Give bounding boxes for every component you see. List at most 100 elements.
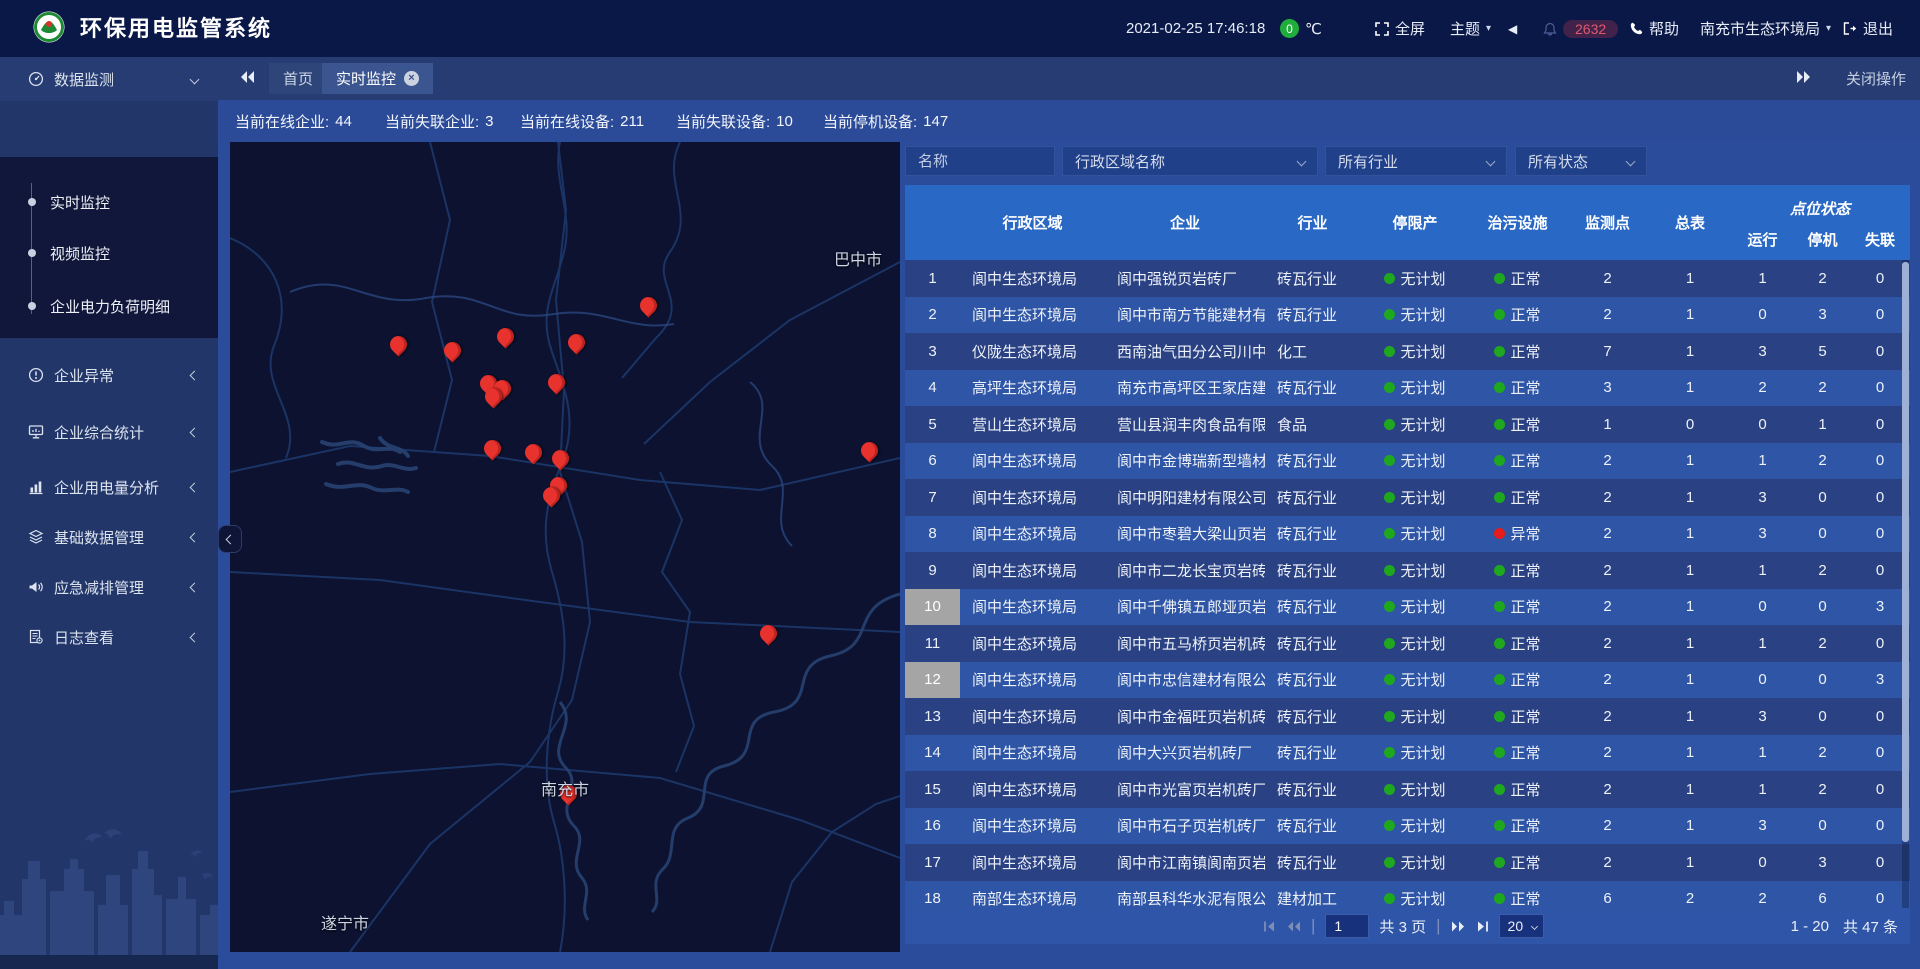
table-header: 行政区域 企业 行业 停限产 治污设施 监测点 总表 点位状态 运行 停机 失联 [905,185,1910,260]
industry-select[interactable]: 所有行业 [1325,146,1507,176]
cell-total-meters: 1 [1650,479,1730,516]
table-row[interactable]: 16阆中生态环境局阆中市石子页岩机砖厂砖瓦行业无计划正常21300 [905,808,1910,845]
tabs-scroll-right-icon[interactable] [1794,68,1812,86]
table-row[interactable]: 10阆中生态环境局阆中千佛镇五郎垭页岩砖瓦行业无计划正常21003 [905,589,1910,626]
map-city-label: 巴中市 [834,246,882,270]
sidebar-bottom-strip [0,955,218,969]
table-row[interactable]: 12阆中生态环境局阆中市忠信建材有限公砖瓦行业无计划正常21003 [905,662,1910,699]
status-dot-green [1494,674,1505,685]
chevron-left-icon [190,582,200,592]
chevron-down-icon [190,74,200,84]
next-page-icon[interactable] [1451,920,1466,933]
status-dot-green [1494,820,1505,831]
sidebar-item-realtime-monitor[interactable]: 实时监控 [0,187,218,217]
status-dot-green [1494,419,1505,430]
sidebar-item-enterprise-statistics[interactable]: 企业综合统计 [0,410,218,454]
cell-lost: 0 [1850,479,1910,516]
speaker-icon: ◀ [1508,22,1517,36]
cell-running: 0 [1730,589,1795,626]
status-dot-green [1384,346,1395,357]
divider: | [1436,916,1440,936]
cell-region: 阆中生态环境局 [960,443,1105,480]
company-name-input[interactable] [905,146,1055,176]
tab-realtime-monitor[interactable]: 实时监控 × [322,63,433,94]
sidebar-item-emergency-reduction[interactable]: 应急减排管理 [0,565,218,609]
table-row[interactable]: 11阆中生态环境局阆中市五马桥页岩机砖砖瓦行业无计划正常21120 [905,625,1910,662]
cell-running: 3 [1730,808,1795,845]
chevron-down-icon [1531,922,1538,929]
sidebar-item-data-monitor[interactable]: 数据监测 [0,57,218,101]
table-row[interactable]: 13阆中生态环境局阆中市金福旺页岩机砖砖瓦行业无计划正常21300 [905,698,1910,735]
table-row[interactable]: 2阆中生态环境局阆中市南方节能建材有砖瓦行业无计划正常21030 [905,297,1910,334]
stats-bar: 当前在线企业:44 当前失联企业:3 当前在线设备:211 当前失联设备:10 … [218,100,1920,142]
map-canvas[interactable]: 巴中市南充市遂宁市 [230,142,900,952]
status-select[interactable]: 所有状态 [1515,146,1647,176]
help-button[interactable]: 帮助 [1630,0,1679,57]
cell-index: 1 [905,260,960,297]
sidebar-item-video-monitor[interactable]: 视频监控 [0,238,218,268]
logout-button[interactable]: 退出 [1843,0,1893,57]
table-row[interactable]: 5营山生态环境局营山县润丰肉食品有限食品无计划正常10010 [905,406,1910,443]
map-collapse-handle[interactable] [218,525,242,553]
megaphone-icon [28,579,44,595]
page-size-select[interactable]: 20 [1499,914,1545,938]
notifications[interactable]: 2632 [1543,0,1618,57]
cell-region: 阆中生态环境局 [960,808,1105,845]
prev-page-icon[interactable] [1286,920,1301,933]
last-page-icon[interactable] [1476,920,1489,933]
close-operations-button[interactable]: 关闭操作 [1846,57,1906,100]
region-select[interactable]: 行政区域名称 [1062,146,1318,176]
cell-lost: 0 [1850,735,1910,772]
sidebar-item-base-data-management[interactable]: 基础数据管理 [0,515,218,559]
table-row[interactable]: 1阆中生态环境局阆中强锐页岩砖厂砖瓦行业无计划正常21120 [905,260,1910,297]
cell-limit-production: 无计划 [1360,516,1470,553]
cell-limit-production: 无计划 [1360,662,1470,699]
cell-index: 13 [905,698,960,735]
sidebar-item-enterprise-abnormal[interactable]: 企业异常 [0,353,218,397]
cell-industry: 砖瓦行业 [1265,698,1360,735]
tab-home[interactable]: 首页 [269,63,327,94]
theme-dropdown[interactable]: 主题▾ [1450,0,1491,57]
phone-icon [1630,22,1643,35]
table-row[interactable]: 18南部生态环境局南部县科华水泥有限公建材加工无计划正常62260 [905,881,1910,909]
table-scrollbar[interactable] [1902,260,1909,908]
sound-mute-button[interactable]: ◀ [1508,0,1517,57]
table-row[interactable]: 3仪陇生态环境局西南油气田分公司川中化工无计划正常71350 [905,333,1910,370]
page-number-input[interactable] [1325,914,1369,938]
cell-monitor-points: 6 [1565,881,1650,909]
table-row[interactable]: 17阆中生态环境局阆中市江南镇阆南页岩砖瓦行业无计划正常21030 [905,844,1910,881]
status-dot-green [1384,857,1395,868]
sidebar-item-power-load-detail[interactable]: 企业电力负荷明细 [0,291,218,321]
table-row[interactable]: 9阆中生态环境局阆中市二龙长宝页岩砖砖瓦行业无计划正常21120 [905,552,1910,589]
table-row[interactable]: 15阆中生态环境局阆中市光富页岩机砖厂砖瓦行业无计划正常21120 [905,771,1910,808]
fullscreen-button[interactable]: 全屏 [1375,0,1425,57]
table-row[interactable]: 4高坪生态环境局南充市高坪区王家店建砖瓦行业无计划正常31220 [905,370,1910,407]
cell-region: 阆中生态环境局 [960,625,1105,662]
cell-total-meters: 1 [1650,297,1730,334]
map-panel: 巴中市南充市遂宁市 [230,142,900,952]
cell-pollution-facility: 正常 [1470,735,1565,772]
cell-limit-production: 无计划 [1360,589,1470,626]
first-page-icon[interactable] [1263,920,1276,933]
cell-region: 高坪生态环境局 [960,370,1105,407]
sidebar-item-power-usage-analysis[interactable]: 企业用电量分析 [0,465,218,509]
col-industry: 行业 [1265,185,1360,260]
table-scrollbar-thumb[interactable] [1902,262,1909,842]
close-icon[interactable]: × [404,71,419,86]
table-row[interactable]: 8阆中生态环境局阆中市枣碧大梁山页岩砖瓦行业无计划异常21300 [905,516,1910,553]
cell-limit-production: 无计划 [1360,771,1470,808]
cell-lost: 0 [1850,808,1910,845]
table-row[interactable]: 14阆中生态环境局阆中大兴页岩机砖厂砖瓦行业无计划正常21120 [905,735,1910,772]
cell-monitor-points: 2 [1565,735,1650,772]
tabs-scroll-left-icon[interactable] [238,68,256,86]
cell-running: 0 [1730,662,1795,699]
presentation-icon [28,424,44,440]
org-dropdown[interactable]: 南充市生态环境局▾ [1700,0,1831,57]
cell-monitor-points: 2 [1565,844,1650,881]
table-row[interactable]: 6阆中生态环境局阆中市金博瑞新型墙材砖瓦行业无计划正常21120 [905,443,1910,480]
sidebar-item-log-view[interactable]: 日志查看 [0,615,218,659]
table-row[interactable]: 7阆中生态环境局阆中明阳建材有限公司砖瓦行业无计划正常21300 [905,479,1910,516]
cell-running: 3 [1730,516,1795,553]
cell-industry: 砖瓦行业 [1265,589,1360,626]
cell-running: 0 [1730,844,1795,881]
